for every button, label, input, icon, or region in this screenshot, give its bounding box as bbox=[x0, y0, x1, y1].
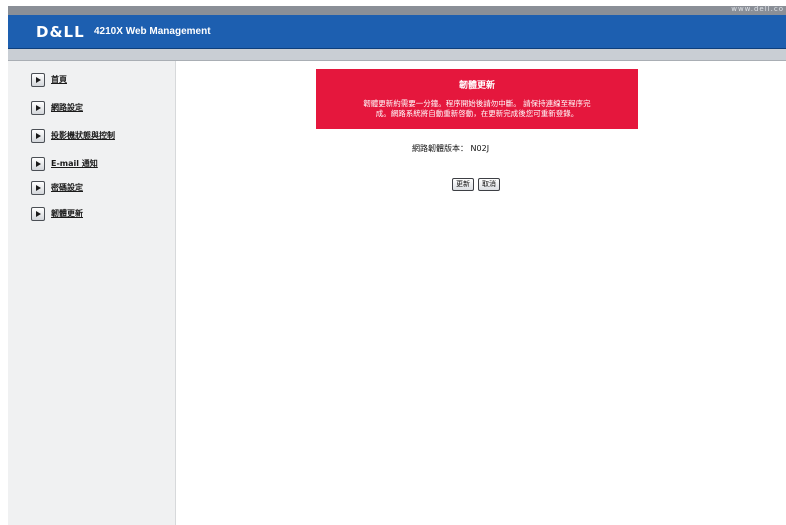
sidebar: 首頁 網路設定 投影機狀態與控制 E-mail 通知 密碼設定 韌體更新 bbox=[8, 61, 176, 525]
firmware-warning-box: 韌體更新 韌體更新約需要一分鐘。程序開始後請勿中斷。 請保持連線至程序完 成。網… bbox=[316, 69, 638, 129]
sidebar-item-label: 首頁 bbox=[51, 75, 67, 84]
header-banner: D&LL 4210X Web Management bbox=[8, 15, 786, 49]
sidebar-item-firmware-update[interactable]: 韌體更新 bbox=[31, 207, 83, 221]
play-arrow-icon bbox=[31, 73, 45, 87]
play-arrow-icon bbox=[31, 129, 45, 143]
alert-line-2: 成。網路系統將自動重新啓動，在更新完成後您可重新登錄。 bbox=[375, 109, 579, 118]
sidebar-item-password[interactable]: 密碼設定 bbox=[31, 181, 83, 195]
sidebar-item-email-alert[interactable]: E-mail 通知 bbox=[31, 157, 98, 171]
product-title: 4210X Web Management bbox=[94, 26, 211, 37]
main-content: 韌體更新 韌體更新約需要一分鐘。程序開始後請勿中斷。 請保持連線至程序完 成。網… bbox=[176, 61, 786, 525]
play-arrow-icon bbox=[31, 181, 45, 195]
play-arrow-icon bbox=[31, 101, 45, 115]
header-divider-bar bbox=[8, 49, 786, 61]
firmware-version-label: 網路韌體版本： N02J bbox=[412, 144, 490, 153]
top-strip: www.dell.co bbox=[8, 5, 786, 15]
sidebar-item-label: 密碼設定 bbox=[51, 183, 83, 192]
sidebar-item-label: 投影機狀態與控制 bbox=[51, 131, 115, 140]
left-margin bbox=[0, 0, 8, 525]
sidebar-item-label: 韌體更新 bbox=[51, 209, 83, 218]
play-arrow-icon bbox=[31, 157, 45, 171]
dell-logo: D&LL bbox=[36, 23, 85, 41]
alert-message: 韌體更新約需要一分鐘。程序開始後請勿中斷。 請保持連線至程序完 成。網路系統將自… bbox=[324, 99, 630, 119]
sidebar-item-label: 網路設定 bbox=[51, 103, 83, 112]
sidebar-item-home[interactable]: 首頁 bbox=[31, 73, 67, 87]
url-text: www.dell.co bbox=[731, 5, 784, 13]
update-button[interactable]: 更新 bbox=[452, 178, 474, 191]
sidebar-item-projector-status[interactable]: 投影機狀態與控制 bbox=[31, 129, 115, 143]
alert-title: 韌體更新 bbox=[458, 81, 495, 91]
cancel-button[interactable]: 取消 bbox=[478, 178, 500, 191]
alert-line-1: 韌體更新約需要一分鐘。程序開始後請勿中斷。 請保持連線至程序完 bbox=[363, 99, 591, 108]
play-arrow-icon bbox=[31, 207, 45, 221]
sidebar-item-network-settings[interactable]: 網路設定 bbox=[31, 101, 83, 115]
sidebar-item-label: E-mail 通知 bbox=[51, 159, 98, 168]
